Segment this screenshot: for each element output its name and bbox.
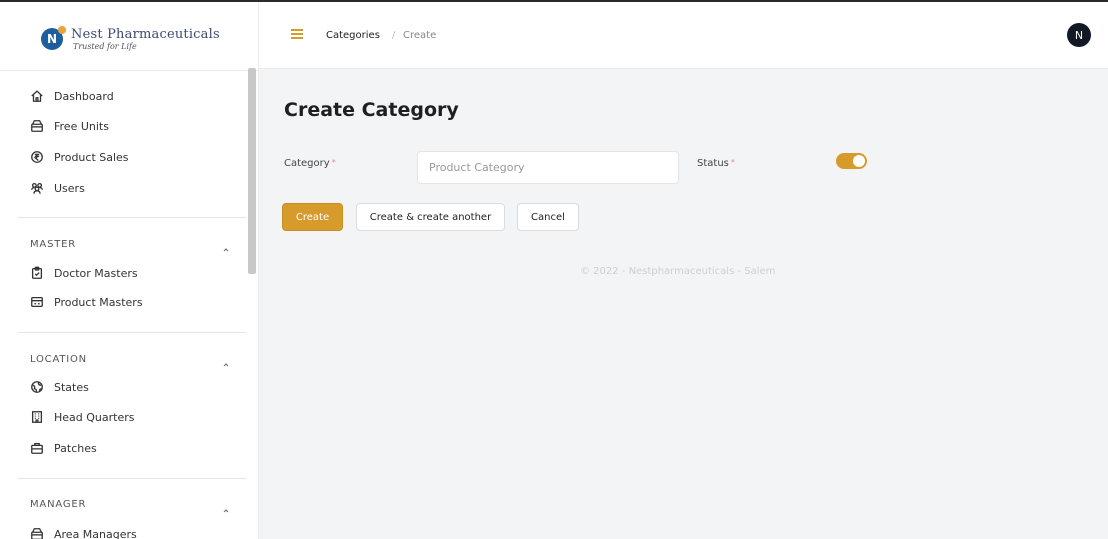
status-label-text: Status xyxy=(697,158,729,169)
product-icon xyxy=(30,295,44,309)
page-title: Create Category xyxy=(284,99,459,121)
chevron-up-icon[interactable] xyxy=(221,355,231,367)
users-icon xyxy=(30,181,44,195)
group-title-manager: MANAGER xyxy=(30,499,87,510)
footer-copyright: © 2022 - Nestpharmaceuticals - Salem xyxy=(580,266,776,277)
building-icon xyxy=(30,410,44,424)
briefcase-icon xyxy=(30,441,44,455)
category-input[interactable]: Product Category xyxy=(417,151,679,184)
sidebar-scroll-thumb[interactable] xyxy=(248,68,256,274)
sidebar-item-label: Area Managers xyxy=(54,527,137,539)
rupee-circle-icon xyxy=(30,150,44,164)
sidebar-item-label: Doctor Masters xyxy=(54,266,138,280)
avatar[interactable]: N xyxy=(1067,23,1091,47)
sidebar-item-product-masters[interactable]: Product Masters xyxy=(30,293,143,311)
sidebar-item-states[interactable]: States xyxy=(30,378,89,396)
menu-icon[interactable] xyxy=(291,29,303,39)
clipboard-icon xyxy=(30,266,44,280)
sidebar-item-label: Patches xyxy=(54,441,97,455)
sidebar-item-users[interactable]: Users xyxy=(30,179,85,197)
toggle-knob xyxy=(853,155,865,167)
group-title-master: MASTER xyxy=(30,239,76,250)
chevron-up-icon[interactable] xyxy=(221,501,231,513)
sidebar-item-label: Free Units xyxy=(54,119,109,133)
chevron-up-icon[interactable] xyxy=(221,240,231,252)
divider xyxy=(0,70,258,71)
breadcrumb-categories[interactable]: Categories xyxy=(326,30,380,41)
category-label-text: Category xyxy=(284,158,330,169)
brand-tagline: Trusted for Life xyxy=(73,41,137,51)
sidebar-item-dashboard[interactable]: Dashboard xyxy=(30,87,114,105)
divider xyxy=(18,217,246,218)
create-another-button[interactable]: Create & create another xyxy=(356,203,505,231)
sidebar-item-product-sales[interactable]: Product Sales xyxy=(30,148,129,166)
sidebar-item-label: Users xyxy=(54,181,85,195)
sidebar-item-label: Product Sales xyxy=(54,150,129,164)
brand[interactable]: N Nest Pharmaceuticals Trusted for Life xyxy=(41,24,220,54)
brand-text: Nest Pharmaceuticals Trusted for Life xyxy=(71,28,220,51)
breadcrumb-current: Create xyxy=(403,30,437,41)
globe-icon xyxy=(30,380,44,394)
sidebar-item-label: Product Masters xyxy=(54,295,143,309)
required-mark: * xyxy=(730,158,735,167)
create-button[interactable]: Create xyxy=(282,203,343,231)
status-label: Status * xyxy=(697,158,735,169)
breadcrumb-separator: / xyxy=(392,30,396,41)
brand-name: Nest Pharmaceuticals xyxy=(71,26,220,42)
sidebar: N Nest Pharmaceuticals Trusted for Life … xyxy=(0,2,259,539)
divider xyxy=(18,478,246,479)
category-label: Category * xyxy=(284,158,336,169)
cancel-button[interactable]: Cancel xyxy=(517,203,579,231)
package-icon xyxy=(30,119,44,133)
top-bar: Categories / Create N xyxy=(259,2,1108,69)
sidebar-item-free-units[interactable]: Free Units xyxy=(30,117,109,135)
status-toggle[interactable] xyxy=(836,153,867,169)
sidebar-item-doctor-masters[interactable]: Doctor Masters xyxy=(30,264,138,282)
divider xyxy=(18,332,246,333)
home-icon xyxy=(30,89,44,103)
sidebar-item-label: States xyxy=(54,380,89,394)
sidebar-item-label: Dashboard xyxy=(54,89,114,103)
sidebar-item-label: Head Quarters xyxy=(54,410,135,424)
required-mark: * xyxy=(331,158,336,167)
sidebar-item-head-quarters[interactable]: Head Quarters xyxy=(30,408,135,426)
brand-logo-icon: N xyxy=(41,26,66,50)
package-icon xyxy=(30,527,44,539)
sidebar-item-area-managers[interactable]: Area Managers xyxy=(30,525,137,539)
group-title-location: LOCATION xyxy=(30,354,87,365)
sidebar-item-patches[interactable]: Patches xyxy=(30,439,97,457)
